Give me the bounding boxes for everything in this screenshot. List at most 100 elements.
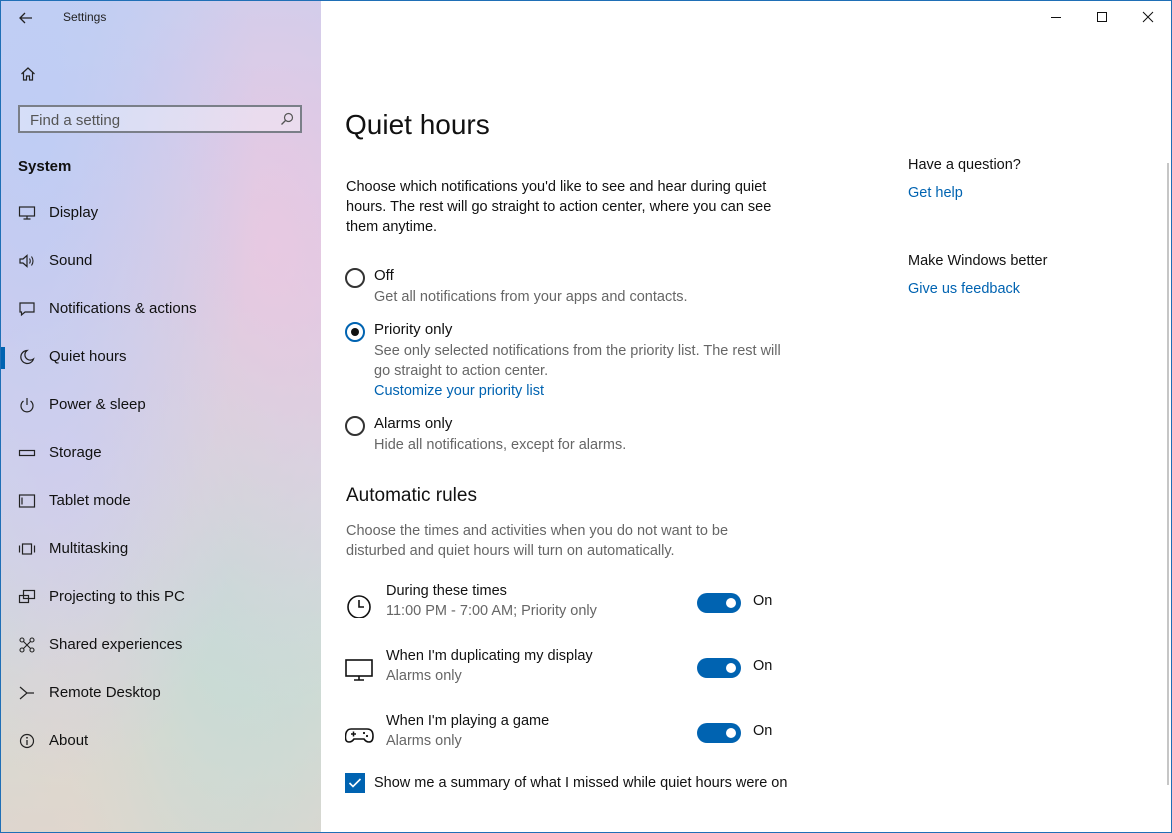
sidebar-item-label: Quiet hours bbox=[49, 348, 127, 365]
customize-priority-list-link[interactable]: Customize your priority list bbox=[374, 383, 544, 399]
close-button[interactable] bbox=[1125, 1, 1171, 33]
give-feedback-link[interactable]: Give us feedback bbox=[908, 281, 1020, 297]
sidebar-item-label: Projecting to this PC bbox=[49, 588, 185, 605]
sidebar-item-label: Sound bbox=[49, 252, 93, 269]
back-arrow-icon bbox=[19, 12, 32, 24]
sidebar-item-multitasking[interactable]: Multitasking bbox=[1, 529, 321, 569]
sidebar-item-label: Remote Desktop bbox=[49, 684, 161, 701]
automatic-rules-description: Choose the times and activities when you… bbox=[346, 523, 729, 559]
sidebar-item-about[interactable]: About bbox=[1, 721, 321, 761]
rule-title: When I'm playing a game bbox=[386, 713, 550, 729]
rule-subtitle: Alarms only bbox=[386, 668, 462, 684]
toggle-knob bbox=[726, 598, 736, 608]
rule-title: During these times bbox=[386, 583, 507, 599]
back-button[interactable] bbox=[13, 6, 39, 30]
gamepad-icon bbox=[345, 728, 374, 743]
sidebar-item-label: Tablet mode bbox=[49, 492, 131, 509]
search-icon[interactable] bbox=[280, 112, 294, 126]
home-button[interactable] bbox=[15, 61, 41, 87]
storage-icon bbox=[18, 449, 36, 457]
sidebar-item-label: Power & sleep bbox=[49, 396, 146, 413]
help-question: Have a question? bbox=[908, 157, 1021, 173]
sidebar: Settings System Display bbox=[1, 1, 321, 832]
rule-title: When I'm duplicating my display bbox=[386, 648, 593, 664]
page-title: Quiet hours bbox=[345, 109, 490, 140]
sidebar-item-display[interactable]: Display bbox=[1, 193, 321, 233]
toggle-state: On bbox=[753, 593, 773, 609]
rule-subtitle: 11:00 PM - 7:00 AM; Priority only bbox=[386, 603, 597, 619]
scrollbar[interactable] bbox=[1167, 163, 1169, 785]
minimize-button[interactable] bbox=[1033, 1, 1079, 33]
toggle-knob bbox=[726, 728, 736, 738]
settings-window: Settings System Display bbox=[0, 0, 1172, 833]
power-icon bbox=[20, 398, 34, 413]
search-input[interactable] bbox=[20, 107, 282, 133]
sidebar-item-label: Shared experiences bbox=[49, 636, 183, 653]
sidebar-item-quiet-hours[interactable]: Quiet hours bbox=[1, 337, 321, 377]
toggle-state: On bbox=[753, 723, 773, 739]
tablet-icon bbox=[18, 494, 36, 508]
maximize-button[interactable] bbox=[1079, 1, 1125, 33]
sidebar-item-remote-desktop[interactable]: Remote Desktop bbox=[1, 673, 321, 713]
radio-label: Alarms only bbox=[374, 415, 453, 432]
toggle-knob bbox=[726, 663, 736, 673]
radio-label: Priority only bbox=[374, 321, 453, 338]
toggle-switch[interactable] bbox=[697, 593, 741, 613]
share-icon bbox=[19, 637, 35, 653]
selected-indicator bbox=[1, 347, 5, 369]
moon-icon bbox=[20, 349, 35, 365]
sidebar-item-label: Notifications & actions bbox=[49, 300, 197, 317]
get-help-link[interactable]: Get help bbox=[908, 185, 963, 201]
radio-description: Get all notifications from your apps and… bbox=[374, 289, 688, 305]
section-title: System bbox=[18, 158, 72, 175]
sidebar-item-label: Storage bbox=[49, 444, 102, 461]
summary-checkbox[interactable] bbox=[345, 773, 365, 793]
radio-button[interactable] bbox=[345, 268, 365, 288]
feedback-title: Make Windows better bbox=[908, 253, 1048, 269]
sidebar-item-sound[interactable]: Sound bbox=[1, 241, 321, 281]
sidebar-item-notifications[interactable]: Notifications & actions bbox=[1, 289, 321, 329]
main-content: Quiet hours Choose which notifications y… bbox=[321, 1, 1171, 832]
sidebar-item-shared-experiences[interactable]: Shared experiences bbox=[1, 625, 321, 665]
radio-alarms-only[interactable]: Alarms only Hide all notifications, exce… bbox=[345, 415, 805, 459]
monitor-icon bbox=[18, 206, 36, 220]
radio-button[interactable] bbox=[345, 416, 365, 436]
sidebar-item-label: Display bbox=[49, 204, 99, 221]
sidebar-item-label: Multitasking bbox=[49, 540, 129, 557]
checkmark-icon bbox=[348, 778, 362, 788]
titlebar-left: Settings bbox=[1, 1, 321, 35]
search-box[interactable] bbox=[18, 105, 302, 133]
sidebar-item-storage[interactable]: Storage bbox=[1, 433, 321, 473]
app-title: Settings bbox=[63, 10, 107, 24]
radio-description: See only selected notifications from the… bbox=[374, 341, 794, 401]
summary-checkbox-label: Show me a summary of what I missed while… bbox=[374, 775, 788, 791]
sidebar-item-projecting[interactable]: Projecting to this PC bbox=[1, 577, 321, 617]
sidebar-item-power-sleep[interactable]: Power & sleep bbox=[1, 385, 321, 425]
message-icon bbox=[19, 302, 35, 317]
close-icon bbox=[1142, 11, 1154, 23]
speaker-icon bbox=[19, 254, 34, 268]
info-icon bbox=[19, 733, 35, 749]
clock-icon bbox=[347, 595, 371, 618]
radio-off[interactable]: Off Get all notifications from your apps… bbox=[345, 267, 805, 311]
multitask-icon bbox=[18, 543, 36, 555]
toggle-switch[interactable] bbox=[697, 723, 741, 743]
radio-description-text: See only selected notifications from the… bbox=[374, 343, 781, 379]
radio-button[interactable] bbox=[345, 322, 365, 342]
sidebar-item-tablet-mode[interactable]: Tablet mode bbox=[1, 481, 321, 521]
rule-subtitle: Alarms only bbox=[386, 733, 462, 749]
radio-description: Hide all notifications, except for alarm… bbox=[374, 437, 627, 453]
sidebar-item-label: About bbox=[49, 732, 89, 749]
display-icon bbox=[345, 659, 373, 681]
minimize-icon bbox=[1051, 17, 1061, 18]
toggle-switch[interactable] bbox=[697, 658, 741, 678]
radio-priority-only[interactable]: Priority only See only selected notifica… bbox=[345, 321, 805, 405]
automatic-rules-title: Automatic rules bbox=[346, 485, 477, 506]
rule-playing-game[interactable]: When I'm playing a game Alarms only On bbox=[345, 713, 785, 760]
rule-duplicating-display[interactable]: When I'm duplicating my display Alarms o… bbox=[345, 648, 785, 695]
toggle-state: On bbox=[753, 658, 773, 674]
rule-during-these-times[interactable]: During these times 11:00 PM - 7:00 AM; P… bbox=[345, 583, 785, 630]
home-icon bbox=[21, 67, 35, 81]
page-description: Choose which notifications you'd like to… bbox=[346, 179, 772, 235]
maximize-icon bbox=[1097, 12, 1107, 22]
